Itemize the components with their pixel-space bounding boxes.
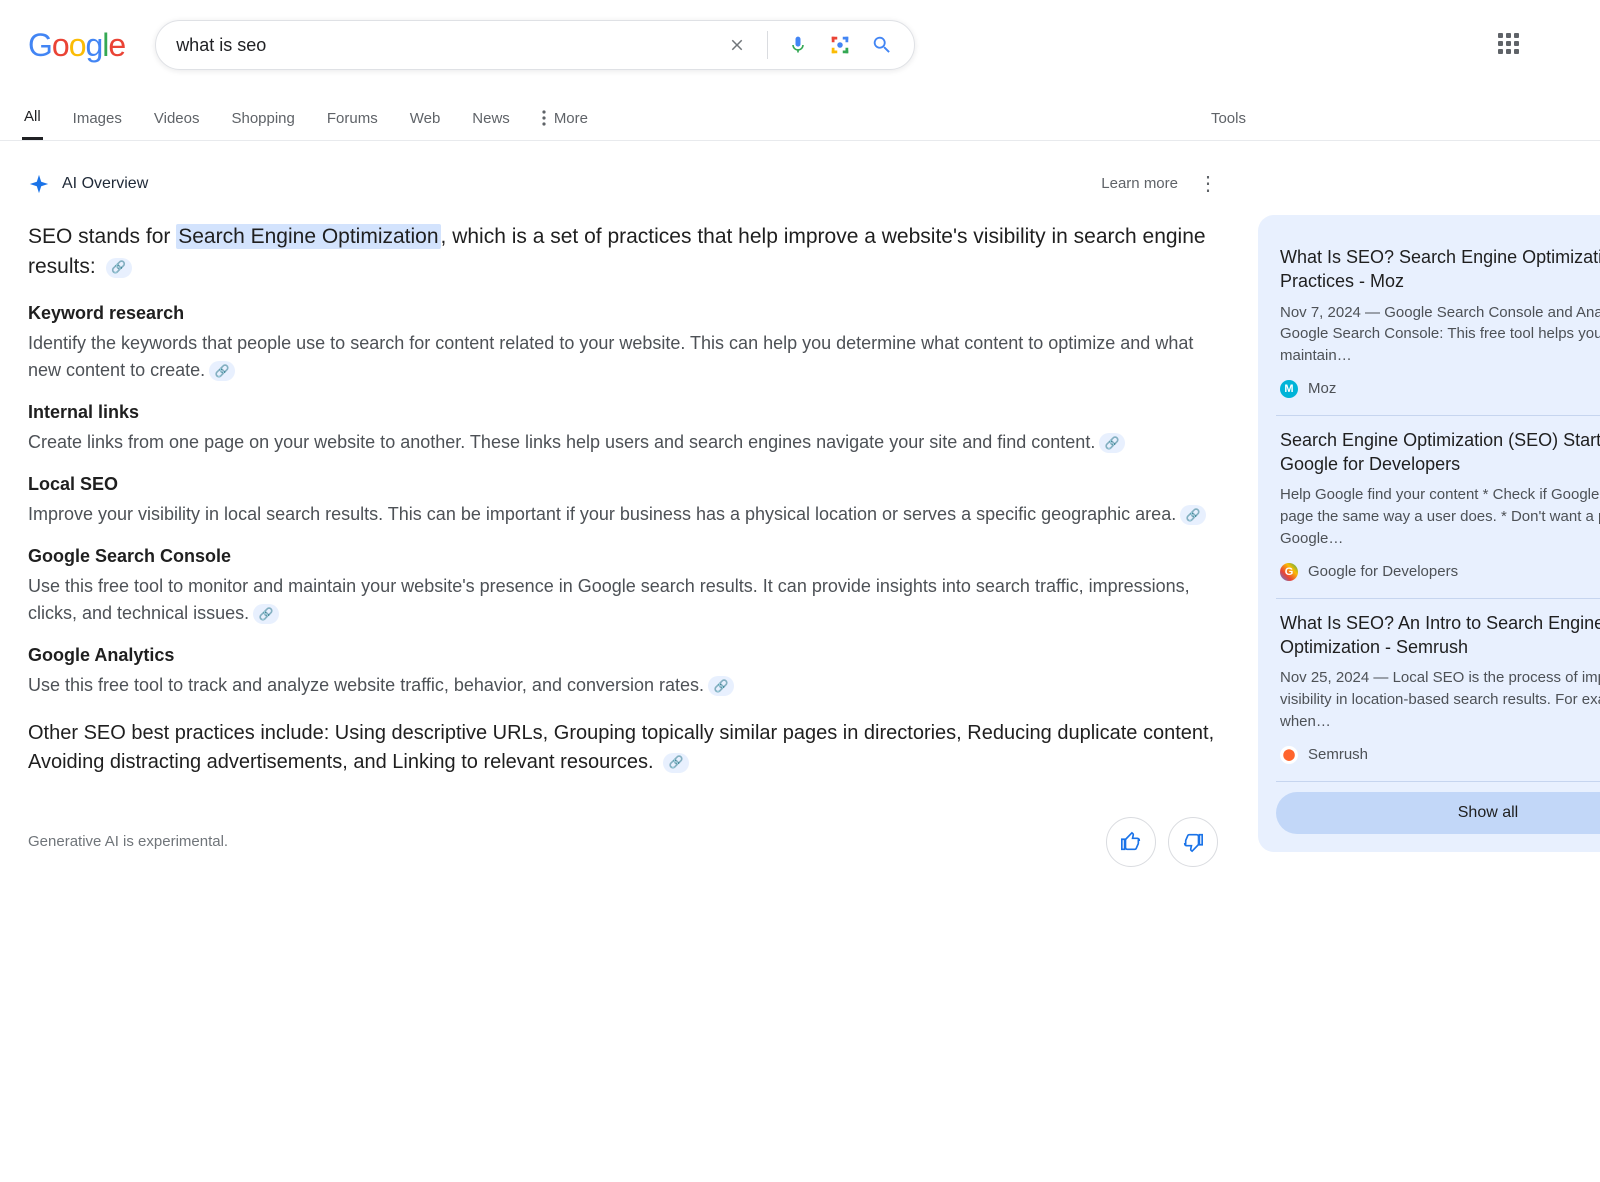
citation-chip[interactable]: 🔗 bbox=[106, 258, 132, 278]
section-body: Identify the keywords that people use to… bbox=[28, 333, 1193, 380]
source-title[interactable]: Search Engine Optimization (SEO) Starter… bbox=[1280, 428, 1600, 477]
tab-more[interactable]: More bbox=[540, 98, 590, 139]
tab-forums[interactable]: Forums bbox=[325, 98, 380, 139]
learn-more-link[interactable]: Learn more bbox=[1101, 175, 1178, 192]
citation-chip[interactable]: 🔗 bbox=[708, 676, 734, 696]
ai-intro: SEO stands for Search Engine Optimizatio… bbox=[28, 222, 1218, 283]
search-input[interactable] bbox=[176, 35, 725, 56]
tabs-row: All Images Videos Shopping Forums Web Ne… bbox=[0, 96, 1600, 141]
source-snippet: Nov 7, 2024 — Google Search Console and … bbox=[1280, 302, 1600, 367]
tab-web[interactable]: Web bbox=[408, 98, 443, 139]
source-name: Moz bbox=[1308, 380, 1336, 397]
disclaimer-text: Generative AI is experimental. bbox=[28, 833, 228, 850]
thumbs-up-icon bbox=[1120, 831, 1142, 853]
mic-icon[interactable] bbox=[786, 33, 810, 57]
tab-videos[interactable]: Videos bbox=[152, 98, 202, 139]
source-name: Google for Developers bbox=[1308, 563, 1458, 580]
source-card: Search Engine Optimization (SEO) Starter… bbox=[1276, 416, 1600, 599]
show-all-button[interactable]: Show all bbox=[1276, 792, 1600, 834]
ai-overview-header: AI Overview bbox=[28, 173, 148, 195]
thumbs-down-button[interactable] bbox=[1168, 817, 1218, 867]
section-heading: Keyword research bbox=[28, 303, 1218, 324]
section-body: Create links from one page on your websi… bbox=[28, 432, 1095, 452]
ai-section: Keyword research Identify the keywords t… bbox=[28, 303, 1218, 384]
source-title[interactable]: What Is SEO? Search Engine Optimization … bbox=[1280, 245, 1600, 294]
thumbs-up-button[interactable] bbox=[1106, 817, 1156, 867]
search-box[interactable] bbox=[155, 20, 915, 70]
source-card: What Is SEO? An Intro to Search Engine O… bbox=[1276, 599, 1600, 782]
citation-chip[interactable]: 🔗 bbox=[253, 604, 279, 624]
overflow-menu-icon[interactable]: ⋮ bbox=[1198, 171, 1218, 196]
tab-news[interactable]: News bbox=[470, 98, 512, 139]
source-snippet: Help Google find your content * Check if… bbox=[1280, 484, 1600, 549]
section-body: Use this free tool to track and analyze … bbox=[28, 675, 704, 695]
tab-images[interactable]: Images bbox=[71, 98, 124, 139]
ai-section: Google Analytics Use this free tool to t… bbox=[28, 645, 1218, 699]
ai-section: Internal links Create links from one pag… bbox=[28, 402, 1218, 456]
source-snippet: Nov 25, 2024 — Local SEO is the process … bbox=[1280, 667, 1600, 732]
search-icon[interactable] bbox=[870, 33, 894, 57]
tools-button[interactable]: Tools bbox=[1209, 98, 1248, 139]
ai-section: Local SEO Improve your visibility in loc… bbox=[28, 474, 1218, 528]
thumbs-down-icon bbox=[1182, 831, 1204, 853]
section-heading: Google Analytics bbox=[28, 645, 1218, 666]
highlighted-term: Search Engine Optimization bbox=[176, 224, 440, 249]
sparkle-icon bbox=[28, 173, 50, 195]
section-heading: Internal links bbox=[28, 402, 1218, 423]
citation-chip[interactable]: 🔗 bbox=[1180, 505, 1206, 525]
source-favicon: M bbox=[1280, 380, 1298, 398]
source-panel: What Is SEO? Search Engine Optimization … bbox=[1258, 215, 1600, 852]
source-favicon: ⬤ bbox=[1280, 746, 1298, 764]
source-title[interactable]: What Is SEO? An Intro to Search Engine O… bbox=[1280, 611, 1600, 660]
source-favicon: G bbox=[1280, 563, 1298, 581]
section-heading: Local SEO bbox=[28, 474, 1218, 495]
separator bbox=[767, 31, 768, 59]
ai-closing: Other SEO best practices include: Using … bbox=[28, 719, 1218, 777]
citation-chip[interactable]: 🔗 bbox=[663, 753, 689, 773]
tab-shopping[interactable]: Shopping bbox=[229, 98, 296, 139]
google-logo[interactable]: Google bbox=[28, 27, 125, 64]
citation-chip[interactable]: 🔗 bbox=[1099, 433, 1125, 453]
section-body: Use this free tool to monitor and mainta… bbox=[28, 576, 1190, 623]
lens-icon[interactable] bbox=[828, 33, 852, 57]
source-name: Semrush bbox=[1308, 746, 1368, 763]
clear-icon[interactable] bbox=[725, 33, 749, 57]
ai-section: Google Search Console Use this free tool… bbox=[28, 546, 1218, 627]
citation-chip[interactable]: 🔗 bbox=[209, 361, 235, 381]
section-body: Improve your visibility in local search … bbox=[28, 504, 1176, 524]
source-card: What Is SEO? Search Engine Optimization … bbox=[1276, 233, 1600, 416]
apps-icon[interactable] bbox=[1498, 33, 1522, 57]
section-heading: Google Search Console bbox=[28, 546, 1218, 567]
tab-all[interactable]: All bbox=[22, 96, 43, 140]
